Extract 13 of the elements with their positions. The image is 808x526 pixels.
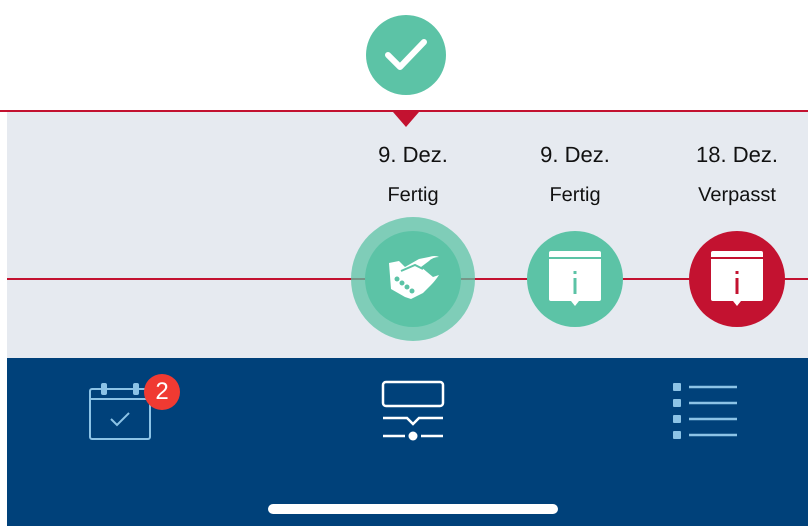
notification-badge: 2	[144, 374, 180, 410]
event-status: Fertig	[549, 183, 601, 208]
event-status: Fertig	[387, 183, 439, 208]
info-icon	[549, 251, 601, 307]
event-status: Verpasst	[698, 183, 776, 208]
timeline-icon	[381, 380, 445, 442]
event-date: 9. Dez.	[540, 142, 610, 168]
list-icon	[673, 383, 737, 439]
event-date: 9. Dez.	[378, 142, 448, 168]
event-node[interactable]	[365, 231, 461, 327]
info-icon	[711, 251, 763, 307]
calendar-icon	[89, 381, 153, 441]
event-date: 18. Dez.	[696, 142, 778, 168]
